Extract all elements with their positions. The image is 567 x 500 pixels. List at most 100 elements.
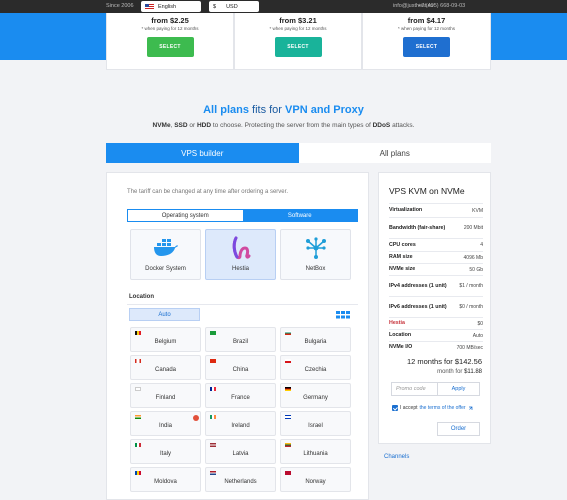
country-name: Finland: [155, 395, 176, 401]
location-divider: [127, 304, 358, 305]
checkbox-checked-icon[interactable]: [392, 405, 398, 411]
vps-builder-panel: The tariff can be changed at any time af…: [106, 172, 369, 500]
summary-title: VPS KVM on NVMe: [389, 186, 465, 196]
location-option-ireland[interactable]: Ireland: [205, 411, 276, 436]
canada-flag-icon: [135, 359, 141, 363]
country-name: Netherlands: [224, 479, 257, 485]
spec-row: IPv4 addresses (1 unit) $1 / month: [389, 275, 483, 296]
subtitle-part: HDD: [196, 122, 212, 129]
apply-button[interactable]: Apply: [438, 382, 480, 396]
software-option-docker[interactable]: Docker System: [130, 229, 201, 280]
spec-row: IPv6 addresses (1 unit) $0 / month: [389, 296, 483, 317]
bulgaria-flag-icon: [285, 331, 291, 335]
plan-price: from $4.17: [407, 16, 446, 25]
language-select[interactable]: English: [141, 1, 201, 12]
software-option-hestia[interactable]: Hestia: [205, 229, 276, 280]
spec-row: RAM size 4096 Mb: [389, 251, 483, 263]
plan-card-2: from $3.21 * when paying for 12 months S…: [234, 13, 362, 70]
spec-key: CPU cores: [389, 241, 416, 248]
country-name: Norway: [305, 479, 326, 485]
latvia-flag-icon: [210, 443, 216, 447]
india-flag-icon: [135, 415, 141, 419]
location-option-germany[interactable]: Germany: [280, 383, 351, 408]
tab-all-plans[interactable]: All plans: [298, 143, 491, 163]
location-option-france[interactable]: France: [205, 383, 276, 408]
plan-note: * when paying for 12 months: [397, 26, 456, 31]
select-button[interactable]: SELECT: [146, 37, 194, 57]
plan-tabs: VPS builder All plans: [106, 143, 491, 163]
location-option-finland[interactable]: Finland: [130, 383, 201, 408]
promo-code-input[interactable]: Promo code: [391, 382, 438, 396]
notification-badge: [193, 415, 199, 421]
select-button[interactable]: SELECT: [403, 37, 450, 57]
spec-key: Virtualization: [389, 207, 423, 213]
spec-key: Bandwidth (fair-share): [389, 224, 446, 231]
country-name: Moldova: [154, 479, 177, 485]
phone-link[interactable]: +7 (495) 668-09-03: [418, 3, 465, 9]
czechia-flag-icon: [285, 359, 291, 363]
location-option-netherlands[interactable]: Netherlands: [205, 467, 276, 492]
country-name: Belgium: [154, 339, 177, 345]
country-name: Ireland: [231, 423, 250, 429]
subtitle-part: DDoS: [372, 122, 391, 129]
order-button[interactable]: Order: [437, 422, 480, 436]
hestia-icon: [232, 236, 251, 260]
spec-value: 700 MB/sec: [456, 344, 483, 351]
spec-key: NVMe size: [389, 266, 416, 272]
spec-row: CPU cores 4: [389, 238, 483, 251]
location-option-brazil[interactable]: Brazil: [205, 327, 276, 352]
segment-operating-system[interactable]: Operating system: [128, 210, 243, 221]
norway-flag-icon: [285, 471, 291, 475]
channels-link[interactable]: Channels: [384, 454, 409, 460]
terms-link[interactable]: the terms of the offer: [420, 405, 466, 411]
title-part: VPN and Proxy: [281, 104, 364, 116]
terms-checkbox-row[interactable]: I accept the terms of the offer: [392, 405, 473, 411]
software-option-netbox[interactable]: NetBox: [280, 229, 351, 280]
netherlands-flag-icon: [210, 471, 216, 475]
currency-select[interactable]: $ USD: [209, 1, 259, 12]
location-option-lithuania[interactable]: Lithuania: [280, 439, 351, 464]
china-flag-icon: [210, 359, 216, 363]
since-text: Since 2006: [106, 3, 134, 9]
software-label: Docker System: [145, 266, 186, 272]
location-option-italy[interactable]: Italy: [130, 439, 201, 464]
software-label: Hestia: [231, 266, 249, 272]
location-option-belgium[interactable]: Belgium: [130, 327, 201, 352]
moldova-flag-icon: [135, 471, 141, 475]
location-option-czechia[interactable]: Czechia: [280, 355, 351, 380]
spec-value: $0: [477, 320, 483, 327]
subtitle-part: attacks.: [390, 122, 415, 129]
plan-price: from $2.25: [151, 16, 189, 25]
france-flag-icon: [210, 387, 216, 391]
netbox-icon: [306, 237, 326, 259]
os-software-toggle: Operating system Software: [127, 209, 358, 222]
monthly-price: month for $11.88: [389, 369, 482, 375]
spec-row: Bandwidth (fair-share) 200 Mbit: [389, 217, 483, 238]
segment-software[interactable]: Software: [242, 210, 357, 221]
spec-value: $1 / month: [459, 283, 483, 289]
spec-value: 4096 Mb: [463, 254, 483, 261]
location-option-moldova[interactable]: Moldova: [130, 467, 201, 492]
country-name: Latvia: [232, 451, 249, 457]
plan-price: from $3.21: [279, 16, 317, 25]
currency-symbol: $: [213, 3, 217, 10]
spec-row: Virtualization KVM: [389, 203, 483, 217]
grid-view-icon[interactable]: [336, 311, 350, 319]
location-option-india[interactable]: India: [130, 411, 201, 436]
subtitle-part: NVMe: [152, 122, 171, 129]
location-option-latvia[interactable]: Latvia: [205, 439, 276, 464]
spec-value: $0 / month: [459, 304, 483, 310]
location-option-china[interactable]: China: [205, 355, 276, 380]
tab-vps-builder[interactable]: VPS builder: [106, 143, 299, 163]
location-option-bulgaria[interactable]: Bulgaria: [280, 327, 351, 352]
location-option-israel[interactable]: Israel: [280, 411, 351, 436]
select-button[interactable]: SELECT: [274, 37, 322, 57]
country-name: Italy: [159, 451, 171, 457]
ireland-flag-icon: [210, 415, 216, 419]
spec-key: IPv4 addresses (1 unit): [389, 282, 447, 289]
location-option-norway[interactable]: Norway: [280, 467, 351, 492]
location-option-canada[interactable]: Canada: [130, 355, 201, 380]
location-auto-button[interactable]: Auto: [129, 308, 200, 321]
currency-value: USD: [226, 3, 238, 10]
lithuania-flag-icon: [285, 443, 291, 447]
